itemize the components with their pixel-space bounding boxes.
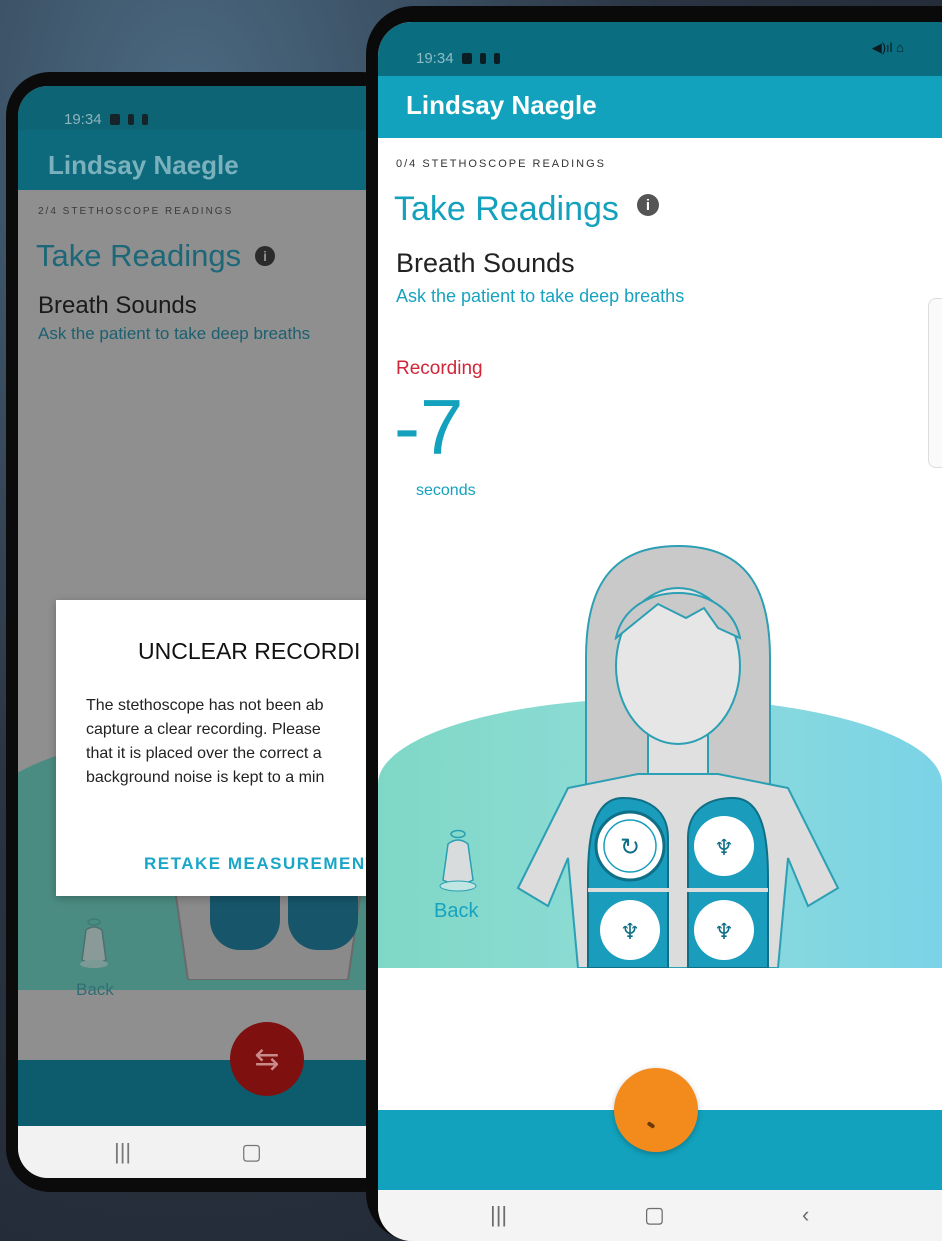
back-label[interactable]: Back [434,900,478,923]
svg-text:↻: ↻ [620,833,640,861]
patient-name: Lindsay Naegle [48,150,239,180]
stethoscope-bell-icon[interactable] [76,916,112,972]
system-nav-bar: ||| ▢ [18,1126,394,1178]
page-title: Take Readings i [36,238,276,274]
section-title: Breath Sounds [396,248,575,278]
dialog-title: UNCLEAR RECORDI [138,638,361,664]
app-bar: Lindsay Naegle [18,130,394,190]
back-icon[interactable]: ‹ [802,1202,809,1228]
heading-text: Take Readings [36,238,242,273]
status-bar: 19:34 ◀)ıl ⌂ [378,22,942,76]
notification-icon [127,113,134,125]
swap-icon[interactable]: ⇆ [230,1022,304,1096]
background-phone-screen: 19:34 Lindsay Naegle 2/4 STETHOSCOPE REA… [18,86,394,1178]
unclear-recording-dialog: UNCLEAR RECORDI The stethoscope has not … [56,600,394,896]
retake-measurement-button[interactable]: RETAKE MEASUREMENT [144,854,378,874]
back-label[interactable]: Back [76,980,114,1000]
bottom-bar: ⇆ [18,1022,394,1126]
svg-text:♆: ♆ [714,836,734,861]
notification-icon [141,113,148,125]
readings-progress: 0/4 STETHOSCOPE READINGS [396,158,606,170]
screen-body: 2/4 STETHOSCOPE READINGS Take Readings i… [18,190,394,1120]
countdown-unit: seconds [416,482,476,499]
home-icon[interactable]: ▢ [644,1202,665,1228]
scrollbar-handle[interactable] [928,298,942,468]
notification-icon [109,113,120,125]
readings-progress: 2/4 STETHOSCOPE READINGS [38,206,234,217]
background-phone: 19:34 Lindsay Naegle 2/4 STETHOSCOPE REA… [6,72,406,1192]
status-time: 19:34 [416,49,454,67]
status-indicators-icon: ◀)ıl ⌂ [871,40,904,55]
notification-icon [461,52,472,64]
foreground-phone-screen: 19:34 ◀)ıl ⌂ Lindsay Naegle 0/4 STETHOSC… [378,22,942,1241]
system-nav-bar: ||| ▢ ‹ [378,1190,942,1241]
stethoscope-bell-icon[interactable] [436,826,480,896]
dialog-message: The stethoscope has not been ab capture … [86,697,325,786]
screen-body: 0/4 STETHOSCOPE READINGS Take Readings i… [378,138,942,1138]
instruction-text: Ask the patient to take deep breaths [396,286,685,306]
svg-text:♆: ♆ [620,920,640,945]
recents-icon[interactable]: ||| [490,1202,507,1228]
record-icon[interactable] [614,1068,698,1152]
svg-text:♆: ♆ [714,920,734,945]
recents-icon[interactable]: ||| [114,1139,131,1165]
patient-name: Lindsay Naegle [406,90,597,120]
record-glyph [646,1121,656,1129]
heading-text: Take Readings [394,190,619,228]
section-title: Breath Sounds [38,292,197,319]
info-icon[interactable]: i [255,246,276,266]
countdown-value: -7 [394,383,464,471]
recording-status: Recording [396,358,483,379]
patient-illustration: ↻ ♆ ♆ ♆ [516,544,840,968]
info-icon[interactable]: i [636,194,659,216]
notification-icon [479,52,486,64]
status-bar: 19:34 [18,86,394,130]
home-icon[interactable]: ▢ [241,1139,262,1165]
status-time: 19:34 [64,110,102,128]
foreground-phone: 19:34 ◀)ıl ⌂ Lindsay Naegle 0/4 STETHOSC… [366,6,942,1241]
page-title: Take Readings i [394,190,659,229]
app-bar: Lindsay Naegle [378,76,942,138]
swap-glyph: ⇆ [254,1042,280,1076]
notification-icon [493,52,500,64]
instruction-text: Ask the patient to take deep breaths [38,324,311,343]
